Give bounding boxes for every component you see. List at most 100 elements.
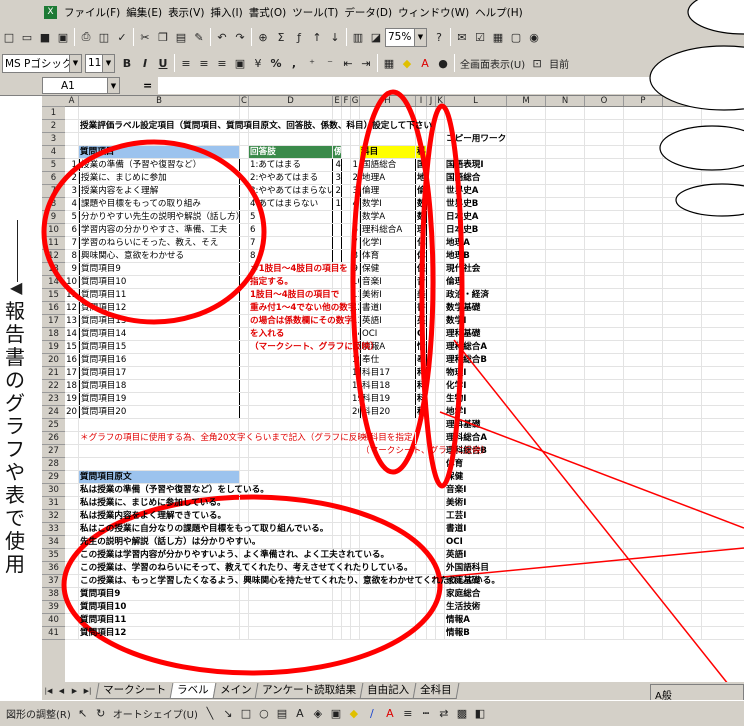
excel-app-icon[interactable]: X xyxy=(44,5,57,19)
cell-f[interactable] xyxy=(342,471,351,483)
cell-e[interactable] xyxy=(333,211,342,223)
cell-c[interactable] xyxy=(240,380,249,392)
cell-d[interactable]: 3:ややあてはまらない xyxy=(249,185,333,197)
cell-c[interactable] xyxy=(240,211,249,223)
cell-e[interactable] xyxy=(333,471,342,483)
shape-adjust-button[interactable]: 図形の調整(R) xyxy=(4,704,73,724)
cell-a[interactable]: 12 xyxy=(65,302,79,314)
cell-c[interactable] xyxy=(240,159,249,171)
sheet-tab[interactable]: 全科目 xyxy=(412,683,460,699)
cell-i[interactable] xyxy=(416,471,427,483)
cell-n[interactable] xyxy=(546,588,585,600)
row-header[interactable]: 17 xyxy=(42,315,65,328)
menu-item[interactable]: ツール(T) xyxy=(289,5,341,20)
cell-b[interactable]: 質問項目11 xyxy=(79,614,240,626)
cell-f[interactable] xyxy=(342,107,351,119)
cell-e[interactable] xyxy=(333,445,342,457)
cell-f[interactable] xyxy=(342,185,351,197)
cell-n[interactable] xyxy=(546,341,585,353)
cell-m[interactable] xyxy=(507,172,546,184)
cell-h[interactable]: 科目19 xyxy=(360,393,416,405)
font-name-select[interactable]: MS Pゴシック ▼ xyxy=(2,53,82,73)
row-header[interactable]: 1 xyxy=(42,107,65,120)
cell-b[interactable]: 私は授業内容をよく理解できている。 xyxy=(79,510,240,522)
cell-j[interactable] xyxy=(427,562,436,574)
menu-item[interactable]: ヘルプ(H) xyxy=(472,5,526,20)
cell-h[interactable]: OCI xyxy=(360,328,416,340)
cell-h[interactable] xyxy=(360,614,416,626)
cell-i[interactable]: 体 xyxy=(416,250,427,262)
cell-m[interactable] xyxy=(507,341,546,353)
cell-i[interactable]: 保 xyxy=(416,263,427,275)
print-preview-icon[interactable]: ◫ xyxy=(96,27,112,47)
cell-n[interactable] xyxy=(546,432,585,444)
cell-i[interactable]: 書 xyxy=(416,302,427,314)
cell-o[interactable] xyxy=(585,354,624,366)
cell-a[interactable]: 15 xyxy=(65,341,79,353)
cell-k[interactable] xyxy=(436,198,445,210)
cell-j[interactable] xyxy=(427,367,436,379)
cell-q[interactable] xyxy=(663,497,702,509)
cell-g[interactable]: 3 xyxy=(351,185,360,197)
cell-m[interactable] xyxy=(507,549,546,561)
cell-g[interactable]: 6 xyxy=(351,224,360,236)
cell-l[interactable]: 音楽I xyxy=(445,484,507,496)
cell-h[interactable] xyxy=(360,471,416,483)
cell-g[interactable]: 14 xyxy=(351,328,360,340)
menu-item[interactable]: 表示(V) xyxy=(165,5,207,20)
cell-h[interactable]: 地理A xyxy=(360,172,416,184)
cell-q[interactable] xyxy=(663,302,702,314)
sheet-tab[interactable]: マークシート xyxy=(95,683,174,699)
cell-j[interactable] xyxy=(427,107,436,119)
cell-g[interactable] xyxy=(351,601,360,613)
next-sheet-icon[interactable]: ▶ xyxy=(68,684,81,698)
cell-a[interactable]: 19 xyxy=(65,393,79,405)
cell-k[interactable] xyxy=(436,354,445,366)
cell-d[interactable] xyxy=(249,445,333,457)
cell-o[interactable] xyxy=(585,159,624,171)
cell-c[interactable] xyxy=(240,289,249,301)
cell-k[interactable] xyxy=(436,341,445,353)
cell-o[interactable] xyxy=(585,510,624,522)
clipart-icon[interactable]: ◈ xyxy=(310,704,326,724)
cell-m[interactable] xyxy=(507,133,546,145)
cell-g[interactable]: 2 xyxy=(351,172,360,184)
column-header[interactable]: P xyxy=(624,96,663,106)
sheet-tab[interactable]: メイン xyxy=(212,683,259,699)
cell-q[interactable] xyxy=(663,198,702,210)
cell-q[interactable] xyxy=(663,224,702,236)
cell-l[interactable]: 理科基礎 xyxy=(445,419,507,431)
cell-m[interactable] xyxy=(507,406,546,418)
cell-n[interactable] xyxy=(546,367,585,379)
cell-c[interactable] xyxy=(240,393,249,405)
cell-m[interactable] xyxy=(507,159,546,171)
cell-o[interactable] xyxy=(585,575,624,587)
cell-a[interactable]: 3 xyxy=(65,185,79,197)
cell-l[interactable]: 家庭総合 xyxy=(445,588,507,600)
cell-q[interactable] xyxy=(663,367,702,379)
cell-l[interactable]: 理科総合B xyxy=(445,354,507,366)
cell-o[interactable] xyxy=(585,484,624,496)
row-header[interactable]: 7 xyxy=(42,185,65,198)
column-header[interactable]: M xyxy=(507,96,546,106)
cell-n[interactable] xyxy=(546,354,585,366)
chart-wizard-icon[interactable]: ▥ xyxy=(350,27,366,47)
3d-icon[interactable]: ◧ xyxy=(472,704,488,724)
cell-g[interactable] xyxy=(351,458,360,470)
cell-d[interactable] xyxy=(249,458,333,470)
cell-a[interactable] xyxy=(65,146,79,158)
cell-n[interactable] xyxy=(546,107,585,119)
cell-n[interactable] xyxy=(546,497,585,509)
row-header[interactable]: 10 xyxy=(42,224,65,237)
cell-a[interactable]: 16 xyxy=(65,354,79,366)
cell-a[interactable] xyxy=(65,484,79,496)
theme-icon[interactable]: ● xyxy=(435,53,451,73)
cell-q[interactable] xyxy=(663,276,702,288)
cell-p[interactable] xyxy=(624,458,663,470)
cell-k[interactable] xyxy=(436,497,445,509)
cell-i[interactable] xyxy=(416,432,427,444)
cell-c[interactable] xyxy=(240,445,249,457)
cell-f[interactable] xyxy=(342,588,351,600)
cell-f[interactable] xyxy=(342,614,351,626)
align-right-icon[interactable]: ≡ xyxy=(214,53,230,73)
